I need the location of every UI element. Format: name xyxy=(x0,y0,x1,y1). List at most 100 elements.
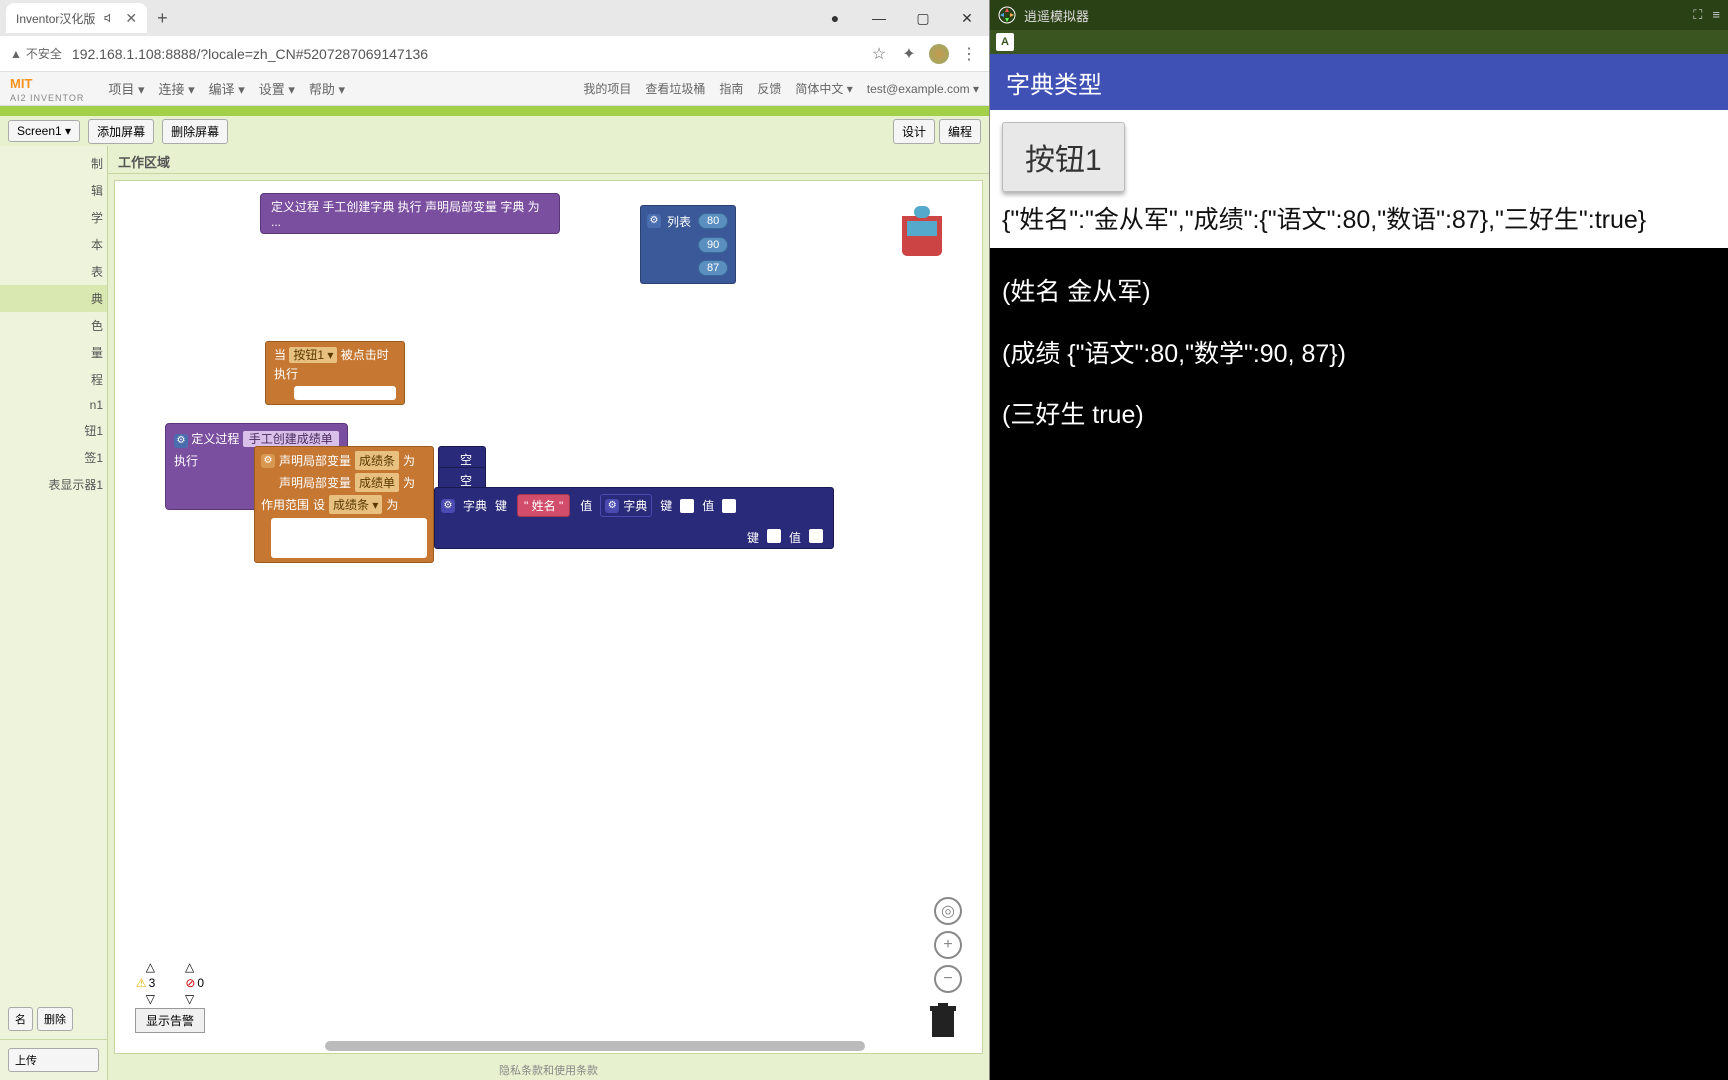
collapse-down-icon[interactable]: ▽ xyxy=(185,992,194,1006)
collapse-down-icon[interactable]: ▽ xyxy=(146,992,155,1006)
palette-item[interactable]: 本 xyxy=(0,231,107,258)
menu-build[interactable]: 编译 ▾ xyxy=(203,73,251,104)
zoom-in-button[interactable]: + xyxy=(934,931,962,959)
app-title: 字典类型 xyxy=(1006,65,1102,100)
canvas-controls: ◎ + − xyxy=(934,897,962,993)
new-tab-button[interactable]: + xyxy=(157,8,168,29)
list-entry: (三好生 true) xyxy=(1002,399,1716,433)
maximize-button[interactable]: ▢ xyxy=(901,4,945,32)
palette-item[interactable]: 典 xyxy=(0,285,107,312)
screen-selector[interactable]: Screen1 ▾ xyxy=(8,120,80,142)
palette-item[interactable]: 制 xyxy=(0,150,107,177)
fullscreen-icon[interactable]: ⛶ xyxy=(1693,7,1702,23)
emulator-statusbar: A xyxy=(990,30,1728,54)
footer-text: 隐私条款和使用条款 xyxy=(108,1060,989,1080)
add-screen-button[interactable]: 添加屏幕 xyxy=(88,119,154,144)
blocks-palette: 制 辑 学 本 表 典 色 量 程 n1 钮1 签1 表显示器1 名 删除 上传 xyxy=(0,146,108,1080)
language[interactable]: 简体中文 ▾ xyxy=(795,80,852,97)
ssl-warning[interactable]: ▲ 不安全 xyxy=(10,45,62,62)
gear-icon[interactable]: ⚙ xyxy=(441,499,455,513)
user-menu[interactable]: test@example.com ▾ xyxy=(867,82,979,96)
avatar[interactable] xyxy=(929,44,949,64)
horizontal-scrollbar[interactable] xyxy=(325,1041,865,1051)
palette-item[interactable]: 表 xyxy=(0,258,107,285)
upload-button[interactable]: 上传 xyxy=(8,1048,99,1072)
procedure-definition-block[interactable]: ⚙ 定义过程 手工创建成绩单 执行 ⚙ 声明局部变量 成绩条 为 xyxy=(165,423,348,510)
blocks-button[interactable]: 编程 xyxy=(939,119,981,144)
number-input[interactable]: 87 xyxy=(698,260,728,276)
menu-icon[interactable]: ≡ xyxy=(1712,7,1720,23)
collapsed-procedure-block[interactable]: 定义过程 手工创建字典 执行 声明局部变量 字典 为 ... xyxy=(260,193,560,234)
star-icon[interactable]: ☆ xyxy=(869,44,889,64)
collapse-up-icon[interactable]: △ xyxy=(185,960,194,974)
show-warnings-button[interactable]: 显示告警 xyxy=(135,1008,205,1033)
gear-icon[interactable]: ⚙ xyxy=(261,454,275,468)
app-badge: A xyxy=(996,33,1014,51)
procedure-name-input[interactable]: 手工创建成绩单 xyxy=(243,431,339,447)
mute-icon[interactable] xyxy=(103,11,117,25)
menu-connect[interactable]: 连接 ▾ xyxy=(153,73,201,104)
backpack-icon[interactable] xyxy=(892,201,952,256)
extensions-icon[interactable]: ✦ xyxy=(899,44,919,64)
center-button[interactable]: ◎ xyxy=(934,897,962,925)
trash-icon[interactable] xyxy=(928,1003,958,1039)
my-projects[interactable]: 我的项目 xyxy=(583,80,631,97)
delete-button[interactable]: 删除 xyxy=(37,1007,73,1031)
close-icon[interactable]: ✕ xyxy=(125,10,137,27)
number-input[interactable]: 90 xyxy=(698,237,728,253)
list-entry: (成绩 {"语文":80,"数学":90, 87}) xyxy=(1002,338,1716,372)
palette-item[interactable]: n1 xyxy=(0,393,107,417)
chrome-window: Inventor汉化版 ✕ + ● — ▢ ✕ ▲ 不安全 192.168.1.… xyxy=(0,0,990,1080)
palette-item[interactable]: 程 xyxy=(0,366,107,393)
gear-icon[interactable]: ⚙ xyxy=(605,499,619,513)
rename-button[interactable]: 名 xyxy=(8,1007,33,1031)
button1[interactable]: 按钮1 xyxy=(1002,122,1125,192)
more-icon[interactable]: ⋮ xyxy=(959,44,979,64)
view-trash[interactable]: 查看垃圾桶 xyxy=(645,80,705,97)
designer-button[interactable]: 设计 xyxy=(893,119,935,144)
list-entry: (姓名 金从军) xyxy=(1002,276,1716,310)
tab-title: Inventor汉化版 xyxy=(16,10,95,27)
json-output: {"姓名":"金从军","成绩":{"语文":80,"数语":87},"三好生"… xyxy=(1002,204,1716,238)
main-body: 制 辑 学 本 表 典 色 量 程 n1 钮1 签1 表显示器1 名 删除 上传… xyxy=(0,146,989,1080)
warning-icon: ⚠ xyxy=(136,976,147,990)
gear-icon[interactable]: ⚙ xyxy=(174,434,188,448)
window-controls: ● — ▢ ✕ xyxy=(813,4,989,32)
delete-screen-button[interactable]: 删除屏幕 xyxy=(162,119,228,144)
accent-bar xyxy=(0,106,989,116)
gear-icon[interactable]: ⚙ xyxy=(647,214,661,228)
close-button[interactable]: ✕ xyxy=(945,4,989,32)
palette-item[interactable]: 学 xyxy=(0,204,107,231)
palette-item[interactable]: 钮1 xyxy=(0,417,107,444)
browser-tab[interactable]: Inventor汉化版 ✕ xyxy=(6,3,147,33)
emulator-titlebar: 逍遥模拟器 ⛶ ≡ xyxy=(990,0,1728,30)
palette-item[interactable]: 表显示器1 xyxy=(0,471,107,498)
menu-project[interactable]: 项目 ▾ xyxy=(102,73,150,104)
guide[interactable]: 指南 xyxy=(719,80,743,97)
header-right: 我的项目 查看垃圾桶 指南 反馈 简体中文 ▾ test@example.com… xyxy=(583,80,979,97)
palette-item[interactable]: 色 xyxy=(0,312,107,339)
menu-help[interactable]: 帮助 ▾ xyxy=(303,73,351,104)
text-input[interactable]: " 姓名 " xyxy=(517,494,570,517)
warning-panel: △ △ ⚠3 ⊘0 ▽ ▽ 显示告警 xyxy=(135,960,205,1033)
record-icon[interactable]: ● xyxy=(813,4,857,32)
feedback[interactable]: 反馈 xyxy=(757,80,781,97)
work-panel: 工作区域 定义过程 手工创建字典 执行 声明局部变量 字典 为 ... ⚙ 列表… xyxy=(108,146,989,1080)
palette-item[interactable]: 量 xyxy=(0,339,107,366)
palette-item[interactable]: 签1 xyxy=(0,444,107,471)
url-field[interactable]: 192.168.1.108:8888/?locale=zh_CN#5207287… xyxy=(72,46,859,62)
collapse-up-icon[interactable]: △ xyxy=(146,960,155,974)
minimize-button[interactable]: — xyxy=(857,4,901,32)
palette-item[interactable]: 辑 xyxy=(0,177,107,204)
list-block[interactable]: ⚙ 列表 80 90 87 xyxy=(640,205,736,284)
main-menu: 项目 ▾ 连接 ▾ 编译 ▾ 设置 ▾ 帮助 ▾ xyxy=(102,73,351,104)
warning-icon: ▲ xyxy=(10,47,22,61)
number-input[interactable]: 80 xyxy=(698,213,728,229)
address-bar: ▲ 不安全 192.168.1.108:8888/?locale=zh_CN#5… xyxy=(0,36,989,72)
menu-settings[interactable]: 设置 ▾ xyxy=(253,73,301,104)
warning-count: 3 xyxy=(149,976,156,990)
zoom-out-button[interactable]: − xyxy=(934,965,962,993)
event-block[interactable]: 当 按钮1 ▾ 被点击时 执行 xyxy=(265,341,405,405)
blockly-canvas[interactable]: 定义过程 手工创建字典 执行 声明局部变量 字典 为 ... ⚙ 列表 80 9… xyxy=(114,180,983,1054)
mit-logo: MIT AI2 INVENTOR xyxy=(10,75,84,103)
